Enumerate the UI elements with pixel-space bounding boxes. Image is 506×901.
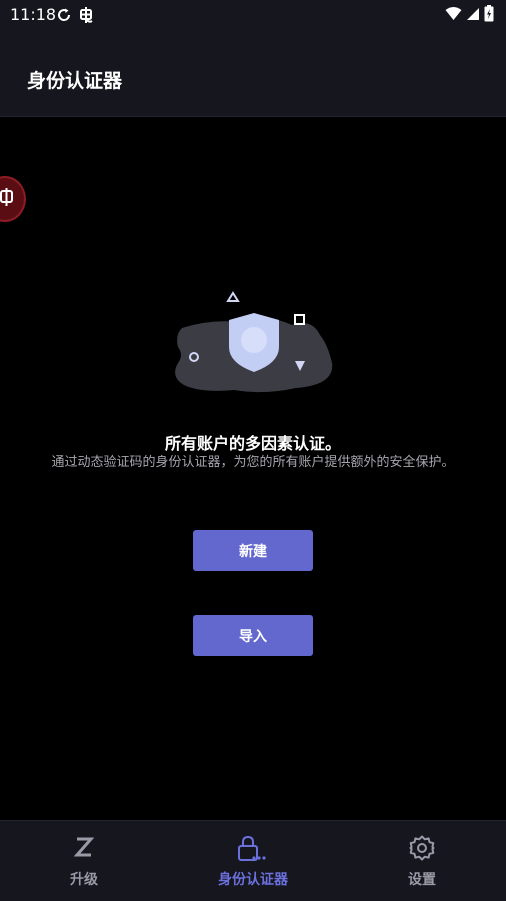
z-logo-icon: [0, 835, 168, 863]
new-button[interactable]: 新建: [193, 530, 313, 571]
app-bar: 身份认证器: [0, 30, 506, 117]
nav-item-authenticator[interactable]: 身份认证器: [169, 821, 337, 901]
shield-illustration: [175, 291, 333, 393]
triangle-outline-icon: [226, 291, 240, 302]
lock-key-icon: [169, 835, 337, 863]
gear-icon: [338, 835, 506, 863]
empty-state-title: 所有账户的多因素认证。: [164, 434, 341, 453]
status-left-icons: [56, 6, 94, 28]
status-bar: 11:18: [0, 0, 506, 30]
page-title: 身份认证器: [27, 70, 123, 92]
nav-label-settings: 设置: [408, 872, 436, 888]
wifi-icon: [445, 6, 462, 25]
nav-label-authenticator: 身份认证器: [218, 872, 288, 888]
import-button[interactable]: 导入: [193, 615, 313, 656]
shield-glow: [241, 327, 267, 353]
battery-icon: [484, 5, 494, 26]
bottom-nav: 升级 身份认证器 设置: [0, 820, 506, 901]
sync-icon: [56, 7, 72, 27]
bug-icon: [78, 6, 94, 28]
nav-item-settings[interactable]: 设置: [338, 821, 506, 901]
nav-item-upgrade[interactable]: 升级: [0, 821, 168, 901]
status-right-icons: [445, 5, 494, 26]
status-time: 11:18: [10, 5, 57, 24]
signal-icon: [466, 6, 480, 25]
app-badge-icon: [0, 187, 14, 211]
nav-label-upgrade: 升级: [70, 872, 98, 888]
square-outline-icon: [294, 314, 305, 325]
empty-state-description: 通过动态验证码的身份认证器，为您的所有账户提供额外的安全保护。: [51, 455, 455, 470]
floating-overlay-badge[interactable]: [0, 176, 26, 222]
